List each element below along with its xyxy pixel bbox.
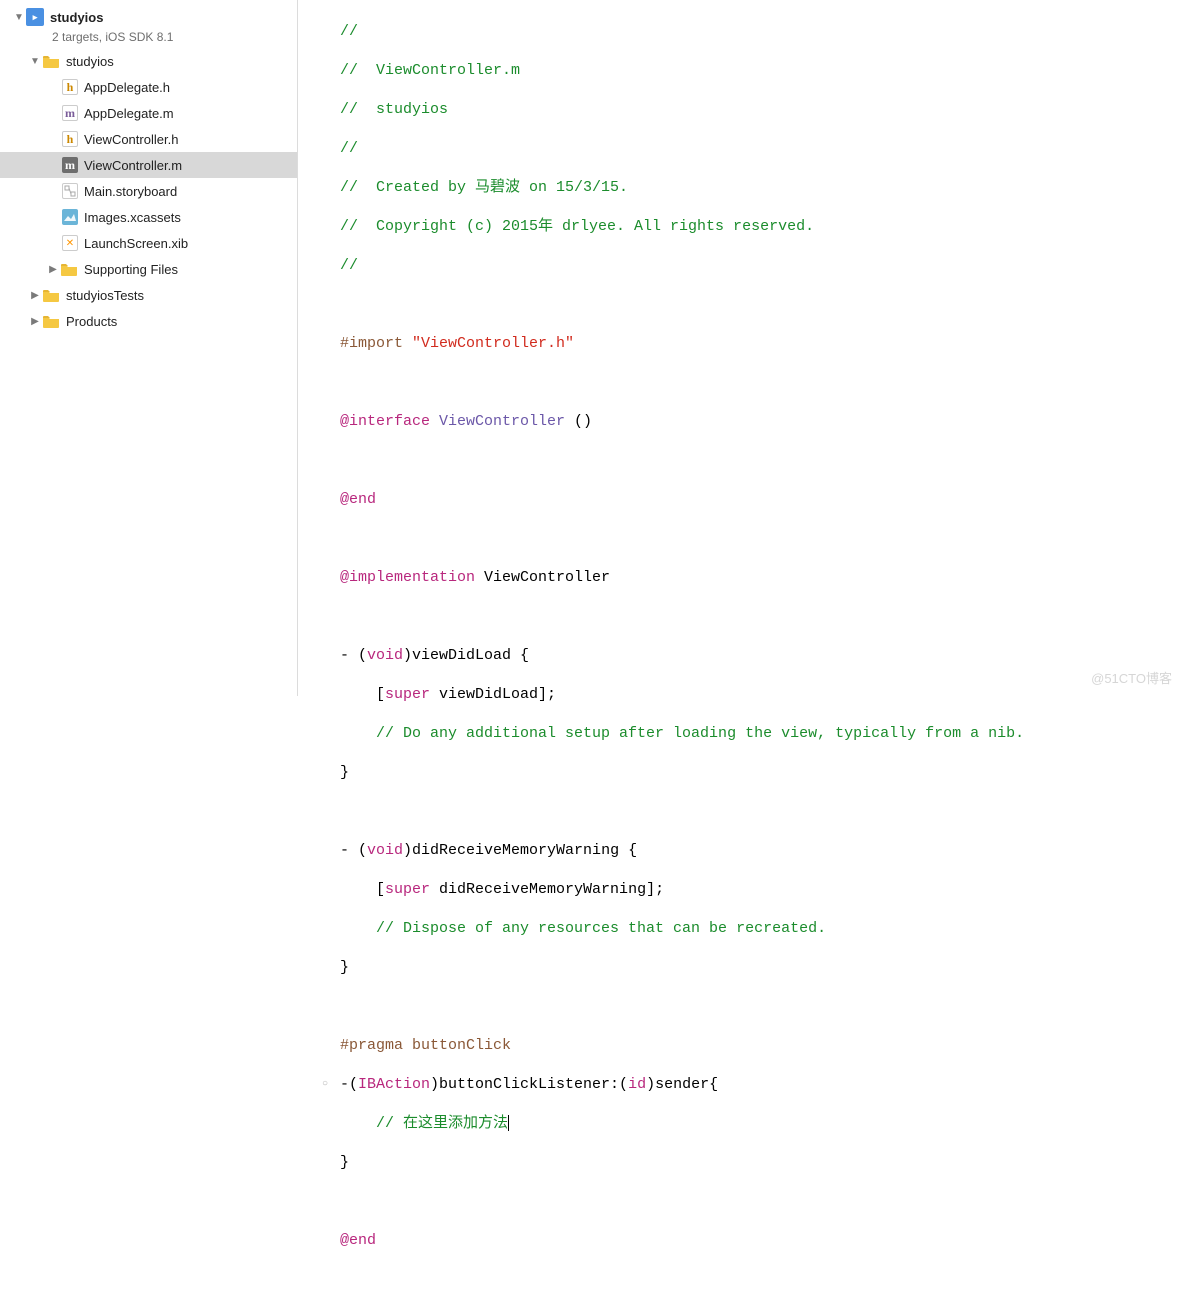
project-subtitle: 2 targets, iOS SDK 8.1 [0,30,297,48]
code-line: } [340,958,1184,978]
file-launchscreen-xib[interactable]: ✕ LaunchScreen.xib [0,230,297,256]
code-line: - (void)didReceiveMemoryWarning { [340,841,1184,861]
code-line [340,451,1184,471]
project-root[interactable]: ▼ ▸ studyios [0,4,297,30]
xib-file-icon: ✕ [62,235,78,251]
file-label: Images.xcassets [84,210,181,225]
editor-gutter [298,0,340,696]
code-line: @end [340,490,1184,510]
disclosure-icon[interactable]: ▶ [30,316,40,326]
file-viewcontroller-h[interactable]: h ViewController.h [0,126,297,152]
group-supporting-files[interactable]: ▶ Supporting Files [0,256,297,282]
code-line: // 在这里添加方法 [340,1114,1184,1134]
file-label: AppDelegate.h [84,80,170,95]
file-label: ViewController.h [84,132,178,147]
code-line: // ViewController.m [340,61,1184,81]
code-line [340,295,1184,315]
folder-icon [42,52,60,70]
header-file-icon: h [62,131,78,147]
code-line [340,373,1184,393]
code-line: } [340,763,1184,783]
disclosure-icon[interactable]: ▶ [48,264,58,274]
code-line [340,802,1184,822]
folder-label: Products [66,314,117,329]
folder-icon [60,260,78,278]
group-tests[interactable]: ▶ studyiosTests [0,282,297,308]
code-line: #import "ViewController.h" [340,334,1184,354]
code-line [340,1192,1184,1212]
file-main-storyboard[interactable]: Main.storyboard [0,178,297,204]
file-label: ViewController.m [84,158,182,173]
code-line [340,997,1184,1017]
folder-label: studyiosTests [66,288,144,303]
code-line: // Dispose of any resources that can be … [340,919,1184,939]
code-line: // [340,139,1184,159]
file-label: AppDelegate.m [84,106,174,121]
code-line: [super viewDidLoad]; [340,685,1184,705]
code-line [340,529,1184,549]
group-products[interactable]: ▶ Products [0,308,297,334]
code-line: // Created by 马碧波 on 15/3/15. [340,178,1184,198]
folder-label: studyios [66,54,114,69]
disclosure-icon[interactable]: ▼ [30,56,40,66]
code-line: } [340,1153,1184,1173]
code-line: #pragma buttonClick [340,1036,1184,1056]
file-viewcontroller-m[interactable]: m ViewController.m [0,152,297,178]
ibaction-indicator-icon[interactable]: ○ [322,1075,328,1095]
code-line: // [340,256,1184,276]
code-line: - (void)viewDidLoad { [340,646,1184,666]
project-icon: ▸ [26,8,44,26]
code-line: // studyios [340,100,1184,120]
disclosure-icon[interactable]: ▶ [30,290,40,300]
code-line: // [340,22,1184,42]
folder-icon [42,312,60,330]
code-line [340,607,1184,627]
text-cursor [508,1115,509,1131]
storyboard-file-icon [62,183,78,199]
code-line: // Copyright (c) 2015年 drlyee. All right… [340,217,1184,237]
code-line: @end [340,1231,1184,1251]
code-line: [super didReceiveMemoryWarning]; [340,880,1184,900]
file-images-xcassets[interactable]: Images.xcassets [0,204,297,230]
code-line: ○-(IBAction)buttonClickListener:(id)send… [340,1075,1184,1095]
watermark-text: @51CTO博客 [1091,669,1172,689]
file-appdelegate-h[interactable]: h AppDelegate.h [0,74,297,100]
impl-file-icon: m [62,105,78,121]
impl-file-icon: m [62,157,78,173]
project-navigator[interactable]: ▼ ▸ studyios 2 targets, iOS SDK 8.1 ▼ st… [0,0,298,696]
code-line: @implementation ViewController [340,568,1184,588]
file-appdelegate-m[interactable]: m AppDelegate.m [0,100,297,126]
header-file-icon: h [62,79,78,95]
code-line: // Do any additional setup after loading… [340,724,1184,744]
file-label: Main.storyboard [84,184,177,199]
disclosure-icon[interactable]: ▼ [14,12,24,22]
assets-file-icon [62,209,78,225]
folder-label: Supporting Files [84,262,178,277]
folder-icon [42,286,60,304]
code-line: @interface ViewController () [340,412,1184,432]
file-label: LaunchScreen.xib [84,236,188,251]
group-studyios[interactable]: ▼ studyios [0,48,297,74]
project-name-label: studyios [50,10,103,25]
code-editor[interactable]: // // ViewController.m // studyios // //… [340,0,1184,696]
